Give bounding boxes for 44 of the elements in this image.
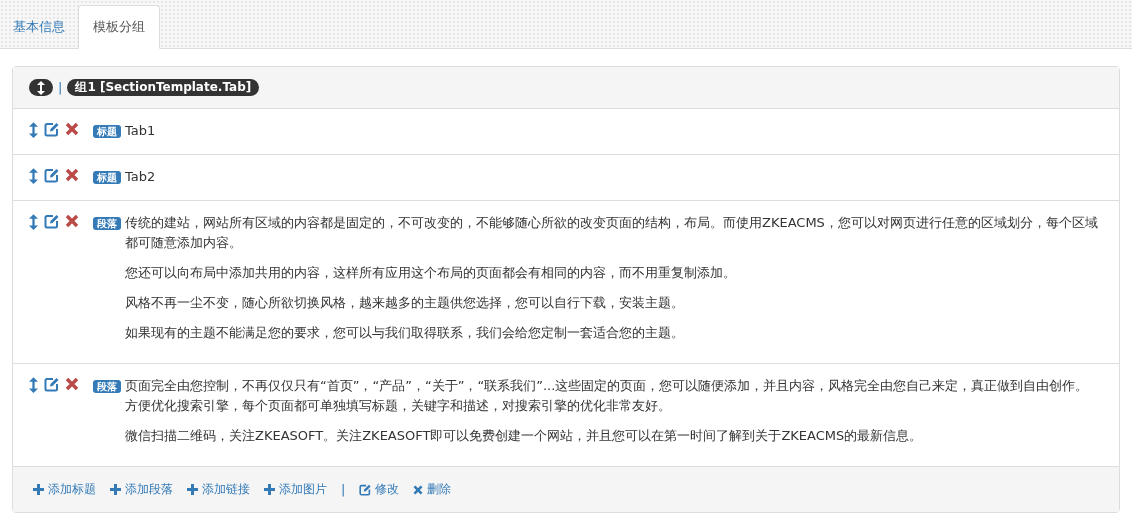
delete-icon[interactable] bbox=[65, 214, 79, 228]
up-down-arrow-icon[interactable] bbox=[29, 214, 38, 230]
paragraph-text: 传统的建站，网站所有区域的内容都是固定的，不可改变的，不能够随心所欲的改变页面的结构，布局。而使用ZKEACMS，您可以对网页进行任意的区域划分，每个区域都可随意添加内容。 bbox=[125, 214, 1099, 252]
action-link[interactable]: 修改 bbox=[359, 481, 400, 498]
paragraph-text: 您还可以向布局中添加共用的内容，这样所有应用这个布局的页面都会有相同的内容，而不用重复制添加。 bbox=[125, 264, 737, 282]
paragraph-text: 风格不再一尘不变，随心所欲切换风格，越来越多的主题供您选择，您可以自行下载，安装主题。 bbox=[125, 294, 685, 312]
separator-text: | bbox=[341, 482, 346, 497]
paragraph-text: 页面完全由您控制，不再仅仅只有“首页”，“产品”，“关于”，“联系我们”...这些固定的页面，您可以随便添加，并且内容，风格完全由您自己来定，真正做到自由创作。 bbox=[125, 377, 1090, 395]
plus-icon bbox=[264, 484, 275, 495]
plus-icon bbox=[110, 484, 121, 495]
paragraph-text: 微信扫描二维码，关注ZKEASOFT。关注ZKEASOFT即可以免费创建一个网站，并且您可以在第一时间了解到关于ZKEACMS的最新信息。 bbox=[125, 427, 924, 445]
tab[interactable]: 基本信息 bbox=[0, 5, 78, 49]
delete-icon[interactable] bbox=[65, 168, 79, 182]
delete-icon bbox=[413, 484, 424, 495]
separator-text: | bbox=[58, 80, 63, 95]
up-down-arrow-icon[interactable] bbox=[29, 377, 38, 393]
action-link[interactable]: 删除 bbox=[413, 481, 452, 498]
edit-icon[interactable] bbox=[44, 214, 59, 229]
action-link[interactable]: 添加段落 bbox=[110, 481, 173, 498]
type-badge: 标题 bbox=[93, 125, 121, 138]
edit-icon bbox=[359, 483, 372, 496]
up-down-arrow-icon bbox=[37, 80, 45, 95]
plus-icon bbox=[187, 484, 198, 495]
item-title: Tab2 bbox=[125, 169, 156, 184]
paragraph-text: 方便优化搜索引擎，每个页面都可单独填写标题，关键字和描述，对搜索引擎的优化非常友好。 bbox=[125, 397, 672, 415]
edit-icon[interactable] bbox=[44, 377, 59, 392]
item-title: Tab1 bbox=[125, 123, 156, 138]
tab[interactable]: 模板分组 bbox=[78, 5, 160, 49]
delete-icon[interactable] bbox=[65, 377, 79, 391]
delete-icon[interactable] bbox=[65, 122, 79, 136]
type-badge: 标题 bbox=[93, 171, 121, 184]
group-name-badge: 组1 [SectionTemplate.Tab] bbox=[67, 79, 260, 96]
paragraph-text: 如果现有的主题不能满足您的要求，您可以与我们取得联系，我们会给您定制一套适合您的主题。 bbox=[125, 324, 685, 342]
edit-icon[interactable] bbox=[44, 122, 59, 137]
up-down-arrow-icon[interactable] bbox=[29, 122, 38, 138]
action-link[interactable]: 添加图片 bbox=[264, 481, 327, 498]
plus-icon bbox=[33, 484, 44, 495]
action-link[interactable]: 添加标题 bbox=[33, 481, 96, 498]
type-badge: 段落 bbox=[93, 380, 121, 393]
action-link[interactable]: 添加链接 bbox=[187, 481, 250, 498]
type-badge: 段落 bbox=[93, 217, 121, 230]
up-down-arrow-icon[interactable] bbox=[29, 168, 38, 184]
edit-icon[interactable] bbox=[44, 168, 59, 183]
move-handle[interactable] bbox=[29, 79, 53, 96]
